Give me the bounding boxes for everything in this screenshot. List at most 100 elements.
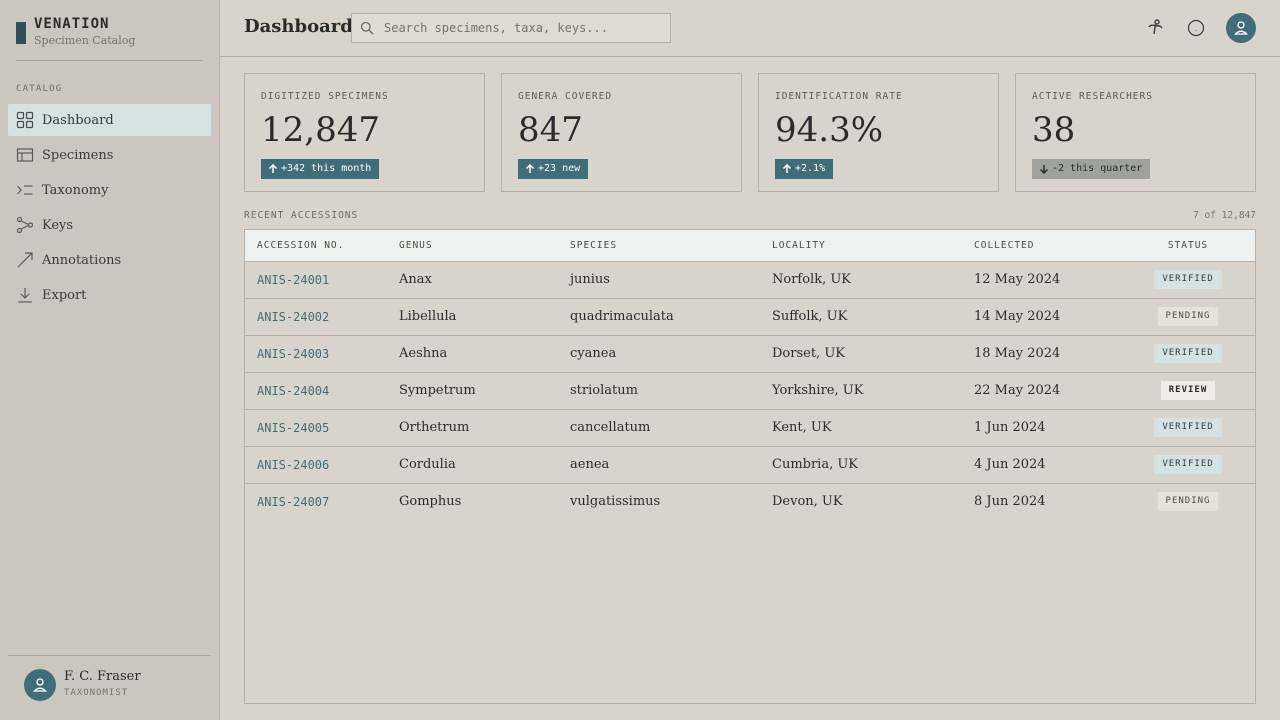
table-row[interactable]: ANIS-24004 Sympetrum striolatum Yorkshir… [245,372,1255,409]
table-row[interactable]: ANIS-24007 Gomphus vulgatissimus Devon, … [245,483,1255,520]
tree-icon [17,185,33,195]
column-header-collected[interactable]: COLLECTED [962,230,1121,262]
user-icon [1233,21,1249,35]
accession-link[interactable]: ANIS-24001 [245,261,387,298]
locality-cell: Norfolk, UK [772,272,852,287]
status-badge: REVIEW [1160,381,1216,400]
status-badge: VERIFIED [1154,455,1222,474]
status-cell: VERIFIED [1121,446,1255,483]
column-header-accession[interactable]: ACCESSION NO. [245,230,387,262]
table-row[interactable]: ANIS-24006 Cordulia aenea Cumbria, UK 4 … [245,446,1255,483]
search-bar[interactable] [351,13,671,43]
accession-link[interactable]: ANIS-24007 [245,483,387,520]
arrow-up-icon [782,164,792,173]
collected-cell: 14 May 2024 [974,309,1061,324]
brand-mark [16,22,26,44]
kpi-trend-badge: +342 this month [261,159,380,179]
sidebar-item-label: Export [42,287,87,303]
table-header-row: ACCESSION NO. GENUS SPECIES LOCALITY COL… [245,230,1255,262]
sidebar: VENATION Specimen Catalog CATALOG Dashbo… [0,0,220,720]
pen-icon [17,252,33,268]
status-cell: PENDING [1121,483,1255,520]
table-icon [16,148,34,162]
kpi-card-active-researchers: ACTIVE RESEARCHERS 38 -2 this quarter [1015,73,1256,192]
kpi-trend-text: +2.1% [795,163,826,174]
status-cell: REVIEW [1121,372,1255,409]
arrow-down-icon [1039,165,1049,174]
accession-link[interactable]: ANIS-24006 [245,446,387,483]
avatar[interactable] [24,669,56,701]
kpi-value: 94.3% [775,110,884,150]
kpi-label: IDENTIFICATION RATE [775,91,903,102]
brand: VENATION Specimen Catalog [16,16,203,61]
accession-link[interactable]: ANIS-24005 [245,409,387,446]
sidebar-item-export[interactable]: Export [8,279,211,311]
species-cell: striolatum [570,383,638,398]
kpi-value: 38 [1032,110,1076,150]
kpi-card-digitized-specimens: DIGITIZED SPECIMENS 12,847 +342 this mon… [244,73,485,192]
accessions-table: ACCESSION NO. GENUS SPECIES LOCALITY COL… [244,229,1256,704]
genus-cell: Gomphus [399,494,462,510]
accession-link[interactable]: ANIS-24004 [245,372,387,409]
sidebar-item-taxonomy[interactable]: Taxonomy [8,174,211,206]
species-cell: vulgatissimus [570,494,661,510]
kpi-trend-badge: +2.1% [775,159,834,179]
table-row[interactable]: ANIS-24002 Libellula quadrimaculata Suff… [245,298,1255,335]
table-row[interactable]: ANIS-24005 Orthetrum cancellatum Kent, U… [245,409,1255,446]
arrow-up-icon [525,164,535,173]
sidebar-item-dashboard[interactable]: Dashboard [8,104,211,136]
user-icon [32,678,48,692]
info-icon[interactable] [1186,18,1206,38]
locality-cell: Dorset, UK [772,346,845,361]
kpi-card-genera-covered: GENERA COVERED 847 +23 new [501,73,742,192]
accession-link[interactable]: ANIS-24003 [245,335,387,372]
kpi-label: DIGITIZED SPECIMENS [261,91,389,102]
sidebar-item-annotations[interactable]: Annotations [8,244,211,276]
genus-cell: Sympetrum [399,383,476,398]
locality-cell: Yorkshire, UK [772,383,864,398]
sidebar-item-label: Keys [42,217,74,233]
header-avatar[interactable] [1226,13,1256,43]
species-cell: cancellatum [570,420,651,435]
status-badge: VERIFIED [1154,344,1222,363]
collected-cell: 12 May 2024 [974,272,1061,287]
column-header-genus[interactable]: GENUS [387,230,558,262]
user-role: TAXONOMIST [64,688,129,698]
user-profile[interactable]: F. C. Fraser TAXONOMIST [8,655,211,720]
kpi-card-identification-rate: IDENTIFICATION RATE 94.3% +2.1% [758,73,999,192]
accession-link[interactable]: ANIS-24002 [245,298,387,335]
kpi-trend-text: +342 this month [281,163,372,174]
brand-name: VENATION [34,16,110,32]
kpi-value: 12,847 [261,110,380,150]
locality-cell: Suffolk, UK [772,309,848,324]
species-cell: cyanea [570,346,617,361]
grid-icon [16,111,34,129]
column-header-locality[interactable]: LOCALITY [760,230,962,262]
sidebar-item-keys[interactable]: Keys [8,209,211,241]
search-icon [360,21,374,35]
collected-cell: 22 May 2024 [974,383,1061,398]
genus-cell: Orthetrum [399,420,470,435]
sidebar-section-label: CATALOG [16,84,63,94]
locality-cell: Cumbria, UK [772,457,859,472]
topbar: Dashboard [220,0,1280,57]
sidebar-item-specimens[interactable]: Specimens [8,139,211,171]
status-cell: VERIFIED [1121,335,1255,372]
status-badge: PENDING [1157,492,1219,512]
search-input[interactable] [384,14,664,42]
table-row[interactable]: ANIS-24001 Anax junius Norfolk, UK 12 Ma… [245,261,1255,298]
collected-cell: 4 Jun 2024 [974,457,1046,472]
locality-cell: Kent, UK [772,420,832,435]
genus-cell: Anax [399,272,432,287]
column-header-species[interactable]: SPECIES [558,230,760,262]
collected-cell: 18 May 2024 [974,346,1061,361]
column-header-status[interactable]: STATUS [1121,230,1255,262]
download-icon [18,288,32,303]
status-badge: PENDING [1157,307,1219,326]
kpi-trend-text: -2 this quarter [1052,163,1143,174]
kpi-label: GENERA COVERED [518,91,613,102]
branch-icon [16,216,34,234]
table-row[interactable]: ANIS-24003 Aeshna cyanea Dorset, UK 18 M… [245,335,1255,372]
dragonfly-icon[interactable] [1146,18,1166,38]
arrow-up-icon [268,164,278,173]
